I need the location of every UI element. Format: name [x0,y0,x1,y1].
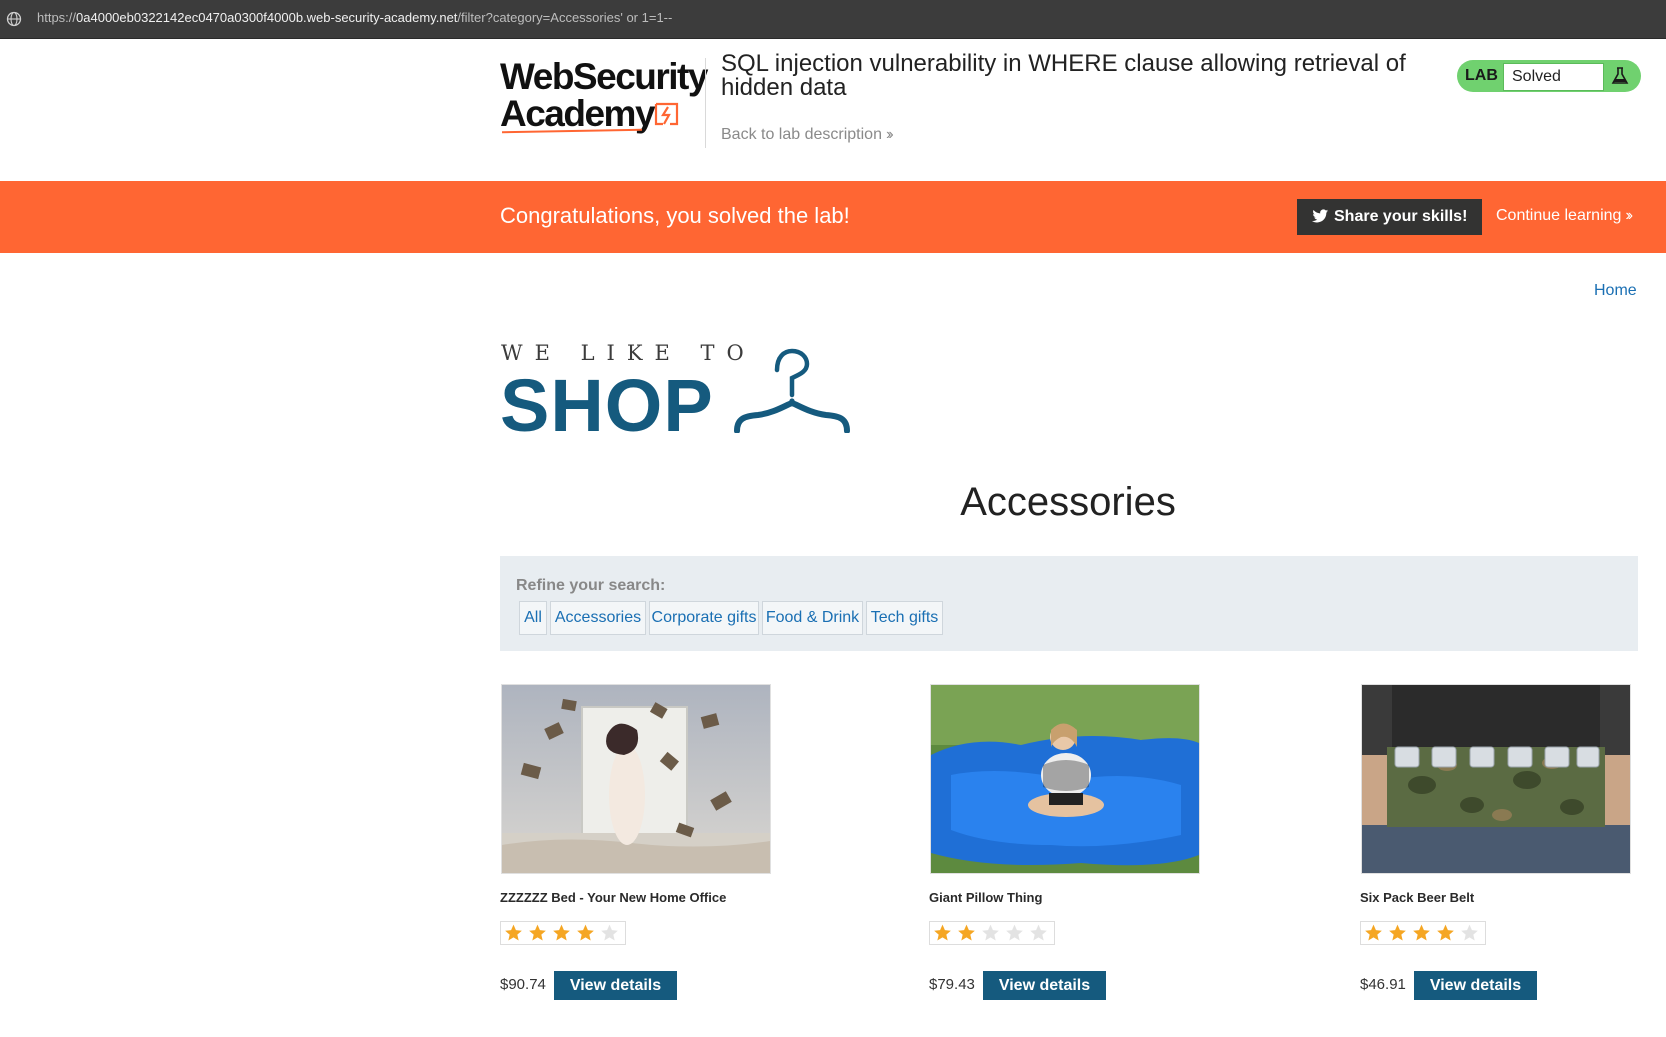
url-prefix: https:// [37,10,77,25]
star-icon [982,924,999,941]
star-icon [1461,924,1478,941]
product-image[interactable] [930,684,1200,874]
home-link[interactable]: Home [1594,282,1637,300]
product-name: Six Pack Beer Belt [1360,890,1475,905]
hanger-icon [734,348,850,433]
product-name: Giant Pillow Thing [929,890,1043,905]
continue-learning-link[interactable]: Continue learning ›› [1496,207,1633,225]
browser-url-bar[interactable]: https://0a4000eb0322142ec0470a0300f4000b… [0,0,1666,39]
star-icon [1437,924,1454,941]
product-price: $79.43 [929,976,975,993]
shop-logo-word: SHOP [500,364,714,447]
star-icon [1413,924,1430,941]
academy-logo-mark [654,102,679,126]
star-icon [1030,924,1047,941]
url-host: 0a4000eb0322142ec0470a0300f4000b.web-sec… [76,10,458,25]
product-rating [1360,921,1486,945]
twitter-bird-icon [1312,209,1329,223]
back-to-lab-description-link[interactable]: Back to lab description ›› [721,126,893,144]
product-image[interactable] [501,684,771,874]
star-icon [577,924,594,941]
filter-tech-gifts[interactable]: Tech gifts [866,601,943,635]
web-security-academy-logo[interactable]: WebSecurity Academy [500,54,708,134]
filter-corporate-gifts[interactable]: Corporate gifts [649,601,759,635]
star-icon [1365,924,1382,941]
lab-status-badge: LAB Solved [1457,60,1641,92]
product-rating [929,921,1055,945]
star-icon [934,924,951,941]
product-price: $46.91 [1360,976,1406,993]
product-image[interactable] [1361,684,1631,874]
lab-badge-label: LAB [1465,67,1498,84]
star-icon [505,924,522,941]
product-price: $90.74 [500,976,546,993]
refine-search-label: Refine your search: [516,577,666,594]
product-rating [500,921,626,945]
star-icon [1389,924,1406,941]
back-link-label: Back to lab description [721,126,882,143]
star-icon [553,924,570,941]
refine-search-panel: Refine your search: All Accessories Corp… [500,556,1638,651]
star-icon [1006,924,1023,941]
flask-icon [1611,67,1629,84]
lab-title: SQL injection vulnerability in WHERE cla… [721,50,1406,101]
star-icon [958,924,975,941]
product-name: ZZZZZZ Bed - Your New Home Office [500,890,727,905]
view-details-button[interactable]: View details [554,971,677,1000]
url-path: /filter?category=Accessories' or 1=1-- [457,10,673,25]
lab-status-text: Solved [1512,68,1561,85]
globe-icon [6,11,22,27]
star-icon [529,924,546,941]
lab-status-box: Solved [1503,63,1604,91]
shop-logo-tagline: WE LIKE TO [501,341,756,365]
chevron-right-icon: ›› [1625,207,1632,224]
filter-accessories[interactable]: Accessories [550,601,646,635]
chevron-right-icon: ›› [885,126,893,143]
header-divider [705,58,706,148]
star-icon [601,924,618,941]
filter-all[interactable]: All [519,601,547,635]
url-text[interactable]: https://0a4000eb0322142ec0470a0300f4000b… [37,10,672,25]
congratulations-message: Congratulations, you solved the lab! [500,203,850,228]
category-heading: Accessories [960,480,1176,524]
continue-learning-label: Continue learning [1496,207,1622,224]
logo-line1: WebSecurity [500,56,708,97]
view-details-button[interactable]: View details [1414,971,1537,1000]
filter-food-drink[interactable]: Food & Drink [762,601,863,635]
solved-banner: Congratulations, you solved the lab! Sha… [0,181,1666,253]
share-skills-label: Share your skills! [1334,208,1468,225]
view-details-button[interactable]: View details [983,971,1106,1000]
share-skills-button[interactable]: Share your skills! [1297,199,1482,235]
we-like-to-shop-logo: WE LIKE TO SHOP [500,338,860,444]
